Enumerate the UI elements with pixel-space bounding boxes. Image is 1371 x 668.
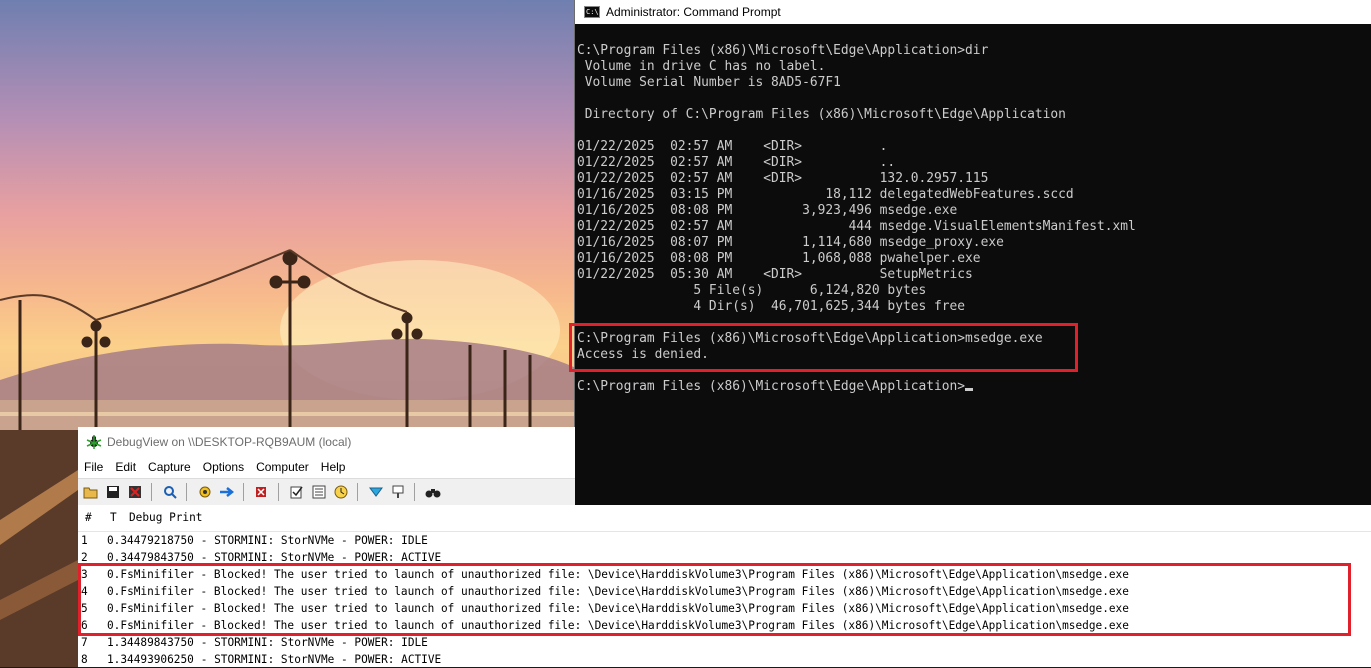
console-line: 01/22/2025 02:57 AM <DIR> .. [577, 155, 896, 170]
log-row-message: FsMinifiler - Blocked! The user tried to… [120, 602, 1129, 615]
console-line: 5 File(s) 6,124,820 bytes [577, 283, 927, 298]
console-output[interactable]: C:\Program Files (x86)\Microsoft\Edge\Ap… [577, 43, 1371, 395]
toolbar-separator [151, 483, 152, 501]
console-line: Directory of C:\Program Files (x86)\Micr… [577, 107, 1066, 122]
log-row-number: 1 [81, 534, 88, 547]
log-row-number: 4 [81, 585, 88, 598]
log-row-time: 0. [107, 602, 121, 615]
log-list-header: # T Debug Print [78, 505, 1371, 532]
history-icon[interactable] [389, 484, 407, 500]
console-line: C:\Program Files (x86)\Microsoft\Edge\Ap… [577, 43, 989, 58]
column-header-time[interactable]: T [110, 505, 117, 531]
cmd-titlebar[interactable]: C:\ Administrator: Command Prompt [575, 0, 1371, 24]
toolbar-separator [243, 483, 244, 501]
command-prompt-window[interactable]: C:\ Administrator: Command Prompt C:\Pro… [574, 0, 1371, 506]
log-row-time: 0. [107, 568, 121, 581]
log-row-time: 1.34489843750 [107, 636, 194, 649]
log-row-message: - STORMINI: StorNVMe - POWER: IDLE [194, 636, 428, 649]
filter-icon[interactable] [310, 484, 328, 500]
console-line: Volume Serial Number is 8AD5-67F1 [577, 75, 841, 90]
log-row-time: 0. [107, 619, 121, 632]
highlight-icon[interactable] [367, 484, 385, 500]
menu-edit[interactable]: Edit [115, 460, 136, 474]
save-icon[interactable] [104, 484, 122, 500]
log-row-message: - STORMINI: StorNVMe - POWER: ACTIVE [194, 653, 442, 666]
open-icon[interactable] [82, 484, 100, 500]
console-line: 01/16/2025 08:07 PM 1,114,680 msedge_pro… [577, 235, 1004, 250]
debugview-bug-icon [86, 435, 102, 449]
console-line: 01/22/2025 05:30 AM <DIR> SetupMetrics [577, 267, 973, 282]
log-row-number: 7 [81, 636, 88, 649]
log-row-time: 1.34493906250 [107, 653, 194, 666]
console-line: 01/22/2025 02:57 AM 444 msedge.VisualEle… [577, 219, 1136, 234]
edit-filter-icon[interactable] [288, 484, 306, 500]
debugview-toolbar [78, 478, 575, 506]
menu-computer[interactable]: Computer [256, 460, 309, 474]
console-line: 01/22/2025 02:57 AM <DIR> 132.0.2957.115 [577, 171, 989, 186]
log-row-number: 5 [81, 602, 88, 615]
capture-icon[interactable] [196, 484, 214, 500]
console-line: 01/16/2025 03:15 PM 18,112 delegatedWebF… [577, 187, 1074, 202]
menu-file[interactable]: File [84, 460, 103, 474]
toolbar-separator [278, 483, 279, 501]
debugview-titlebar[interactable]: DebugView on \\DESKTOP-RQB9AUM (local) [78, 427, 575, 457]
console-line: 4 Dir(s) 46,701,625,344 bytes free [577, 299, 966, 314]
menu-capture[interactable]: Capture [148, 460, 191, 474]
console-line: Access is denied. [577, 347, 709, 362]
log-row-message: FsMinifiler - Blocked! The user tried to… [120, 619, 1129, 632]
log-row-time: 0.34479843750 [107, 551, 194, 564]
clear-icon[interactable] [126, 484, 144, 500]
log-row-number: 8 [81, 653, 88, 666]
log-row-message: - STORMINI: StorNVMe - POWER: ACTIVE [194, 551, 442, 564]
debugview-menubar: File Edit Capture Options Computer Help [78, 457, 575, 476]
clear-display-icon[interactable] [253, 484, 271, 500]
log-row-number: 3 [81, 568, 88, 581]
console-line: Volume in drive C has no label. [577, 59, 826, 74]
cmd-window-title: Administrator: Command Prompt [606, 5, 781, 19]
find-binoculars-icon[interactable] [424, 484, 442, 500]
column-header-number[interactable]: # [85, 505, 92, 531]
console-cursor [965, 388, 974, 391]
toolbar-separator [414, 483, 415, 501]
console-line: C:\Program Files (x86)\Microsoft\Edge\Ap… [577, 331, 1043, 346]
autoscroll-icon[interactable] [218, 484, 236, 500]
log-row-message: - STORMINI: StorNVMe - POWER: IDLE [194, 534, 428, 547]
toolbar-separator [357, 483, 358, 501]
log-row-time: 0.34479218750 [107, 534, 194, 547]
console-line: 01/16/2025 08:08 PM 3,923,496 msedge.exe [577, 203, 958, 218]
cmd-app-icon: C:\ [584, 6, 600, 18]
log-row-message: FsMinifiler - Blocked! The user tried to… [120, 585, 1129, 598]
toolbar-separator [186, 483, 187, 501]
console-line: C:\Program Files (x86)\Microsoft\Edge\Ap… [577, 379, 1371, 395]
menu-options[interactable]: Options [203, 460, 244, 474]
console-line: 01/22/2025 02:57 AM <DIR> . [577, 139, 888, 154]
log-row-message: FsMinifiler - Blocked! The user tried to… [120, 568, 1129, 581]
log-row-number: 2 [81, 551, 88, 564]
debugview-log-list[interactable]: # T Debug Print 1 0.34479218750 - STORMIN… [78, 505, 1371, 667]
log-row-number: 6 [81, 619, 88, 632]
time-icon[interactable] [332, 484, 350, 500]
column-header-debug-print[interactable]: Debug Print [129, 505, 202, 531]
find-icon[interactable] [161, 484, 179, 500]
menu-help[interactable]: Help [321, 460, 346, 474]
debugview-window-title: DebugView on \\DESKTOP-RQB9AUM (local) [107, 435, 352, 449]
log-row-time: 0. [107, 585, 121, 598]
console-line: 01/16/2025 08:08 PM 1,068,088 pwahelper.… [577, 251, 981, 266]
